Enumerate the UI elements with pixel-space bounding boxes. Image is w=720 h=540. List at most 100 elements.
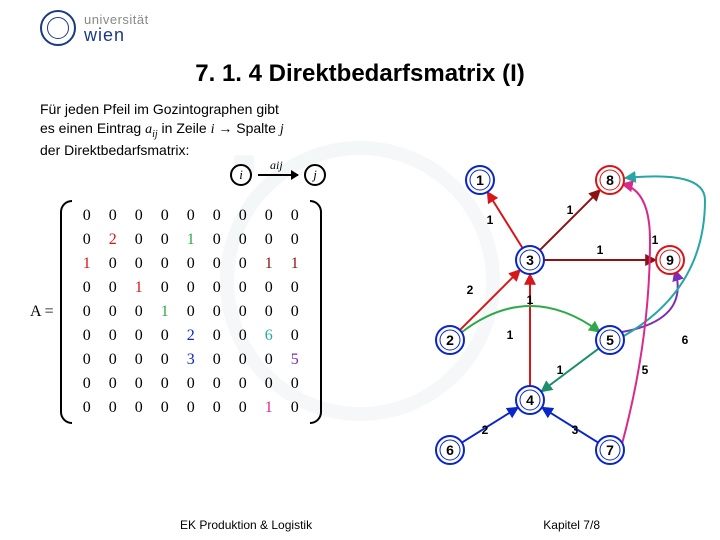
graph-svg: 121111512361 123456789 xyxy=(390,140,710,480)
matrix-cell: 0 xyxy=(230,276,256,300)
matrix-cell: 0 xyxy=(152,228,178,252)
matrix-cell: 0 xyxy=(256,228,282,252)
node-label: 8 xyxy=(606,172,614,188)
matrix-cell: 1 xyxy=(126,276,152,300)
footer-right: Kapitel 7/8 xyxy=(543,518,600,532)
node-label: 7 xyxy=(606,442,614,458)
matrix-cell: 0 xyxy=(204,204,230,228)
matrix-cell: 0 xyxy=(152,396,178,420)
edge-weight: 1 xyxy=(597,243,604,257)
matrix-row: 001000000 xyxy=(74,276,308,300)
graph-node: 1 xyxy=(466,166,494,194)
matrix-cell: 0 xyxy=(204,300,230,324)
matrix-cell: 0 xyxy=(74,300,100,324)
matrix-cell: 0 xyxy=(152,276,178,300)
mini-arrow-icon: aij xyxy=(258,174,298,176)
node-label: 3 xyxy=(526,252,534,268)
matrix-cell: 0 xyxy=(282,204,308,228)
edge-weight: 1 xyxy=(567,203,574,217)
graph-node: 2 xyxy=(436,326,464,354)
graph-edge xyxy=(542,407,598,442)
matrix-cell: 0 xyxy=(74,228,100,252)
matrix-cell: 0 xyxy=(256,372,282,396)
intro-l3: der Direktbedarfsmatrix: xyxy=(40,142,189,158)
matrix-cell: 0 xyxy=(100,396,126,420)
edge-weight: 3 xyxy=(572,423,579,437)
matrix-cell: 0 xyxy=(100,300,126,324)
matrix-cell: 1 xyxy=(74,252,100,276)
matrix-cell: 0 xyxy=(204,348,230,372)
matrix-cell: 0 xyxy=(152,348,178,372)
matrix-cell: 1 xyxy=(152,300,178,324)
graph-node: 5 xyxy=(596,326,624,354)
matrix-cell: 0 xyxy=(152,204,178,228)
node-label: 4 xyxy=(526,392,534,408)
slide-footer: EK Produktion & Logistik Kapitel 7/8 xyxy=(0,518,720,532)
matrix-cell: 2 xyxy=(178,324,204,348)
matrix-cell: 1 xyxy=(178,228,204,252)
node-label: 9 xyxy=(666,252,674,268)
matrix-cell: 0 xyxy=(204,324,230,348)
matrix-cell: 0 xyxy=(204,276,230,300)
matrix-cell: 0 xyxy=(230,324,256,348)
graph-edge xyxy=(541,348,599,391)
matrix-cell: 0 xyxy=(126,324,152,348)
node-label: 5 xyxy=(606,332,614,348)
edge-weight: 2 xyxy=(482,423,489,437)
matrix-cell: 0 xyxy=(126,228,152,252)
matrix-cell: 0 xyxy=(178,204,204,228)
matrix-cell: 0 xyxy=(100,276,126,300)
matrix-cell: 0 xyxy=(100,372,126,396)
matrix-cell: 0 xyxy=(126,204,152,228)
edge-weight: 1 xyxy=(527,293,534,307)
node-label: 6 xyxy=(446,442,454,458)
matrix-cell: 0 xyxy=(230,228,256,252)
matrix-cell: 0 xyxy=(256,348,282,372)
matrix-cell: 0 xyxy=(282,324,308,348)
edge-weight: 6 xyxy=(682,333,689,347)
matrix-cell: 1 xyxy=(256,396,282,420)
edge-weight: 1 xyxy=(487,213,494,227)
logo-seal-icon xyxy=(40,10,76,46)
matrix-cell: 0 xyxy=(282,228,308,252)
edge-weight: 2 xyxy=(467,283,474,297)
intro-l2a: es einen Eintrag xyxy=(40,120,145,136)
graph-node: 7 xyxy=(596,436,624,464)
matrix-cell: 0 xyxy=(230,372,256,396)
matrix-row: 000030005 xyxy=(74,348,308,372)
matrix-cell: 0 xyxy=(204,228,230,252)
intro-j: j xyxy=(280,122,284,137)
matrix-row: 000000010 xyxy=(74,396,308,420)
matrix-cell: 0 xyxy=(74,324,100,348)
graph-node: 3 xyxy=(516,246,544,274)
graph-edge xyxy=(460,270,520,330)
matrix-lhs: A = xyxy=(30,303,54,321)
edge-weight: 5 xyxy=(642,363,649,377)
matrix-cell: 2 xyxy=(100,228,126,252)
matrix-A: A = 000000000020010000100000011001000000… xyxy=(30,200,322,424)
matrix-cell: 0 xyxy=(152,372,178,396)
matrix-cell: 0 xyxy=(282,396,308,420)
matrix-cell: 0 xyxy=(126,348,152,372)
matrix-cell: 5 xyxy=(282,348,308,372)
intro-l2b: in Zeile xyxy=(158,120,211,136)
graph-edge xyxy=(462,407,518,442)
matrix-row: 000100000 xyxy=(74,300,308,324)
matrix-cell: 0 xyxy=(230,300,256,324)
graph-node: 6 xyxy=(436,436,464,464)
matrix-cell: 0 xyxy=(178,300,204,324)
matrix-cell: 0 xyxy=(282,300,308,324)
gozintograph: 121111512361 123456789 xyxy=(390,140,710,460)
matrix-cell: 0 xyxy=(282,372,308,396)
matrix-cell: 6 xyxy=(256,324,282,348)
matrix-cell: 0 xyxy=(230,252,256,276)
graph-edge xyxy=(622,184,650,444)
matrix-cell: 0 xyxy=(152,324,178,348)
graph-node: 8 xyxy=(596,166,624,194)
node-label: 1 xyxy=(476,172,484,188)
matrix-cell: 0 xyxy=(256,204,282,228)
logo-line2: wien xyxy=(84,26,149,44)
matrix-cell: 0 xyxy=(256,300,282,324)
matrix-cell: 0 xyxy=(178,276,204,300)
logo-line1: universität xyxy=(84,13,149,26)
